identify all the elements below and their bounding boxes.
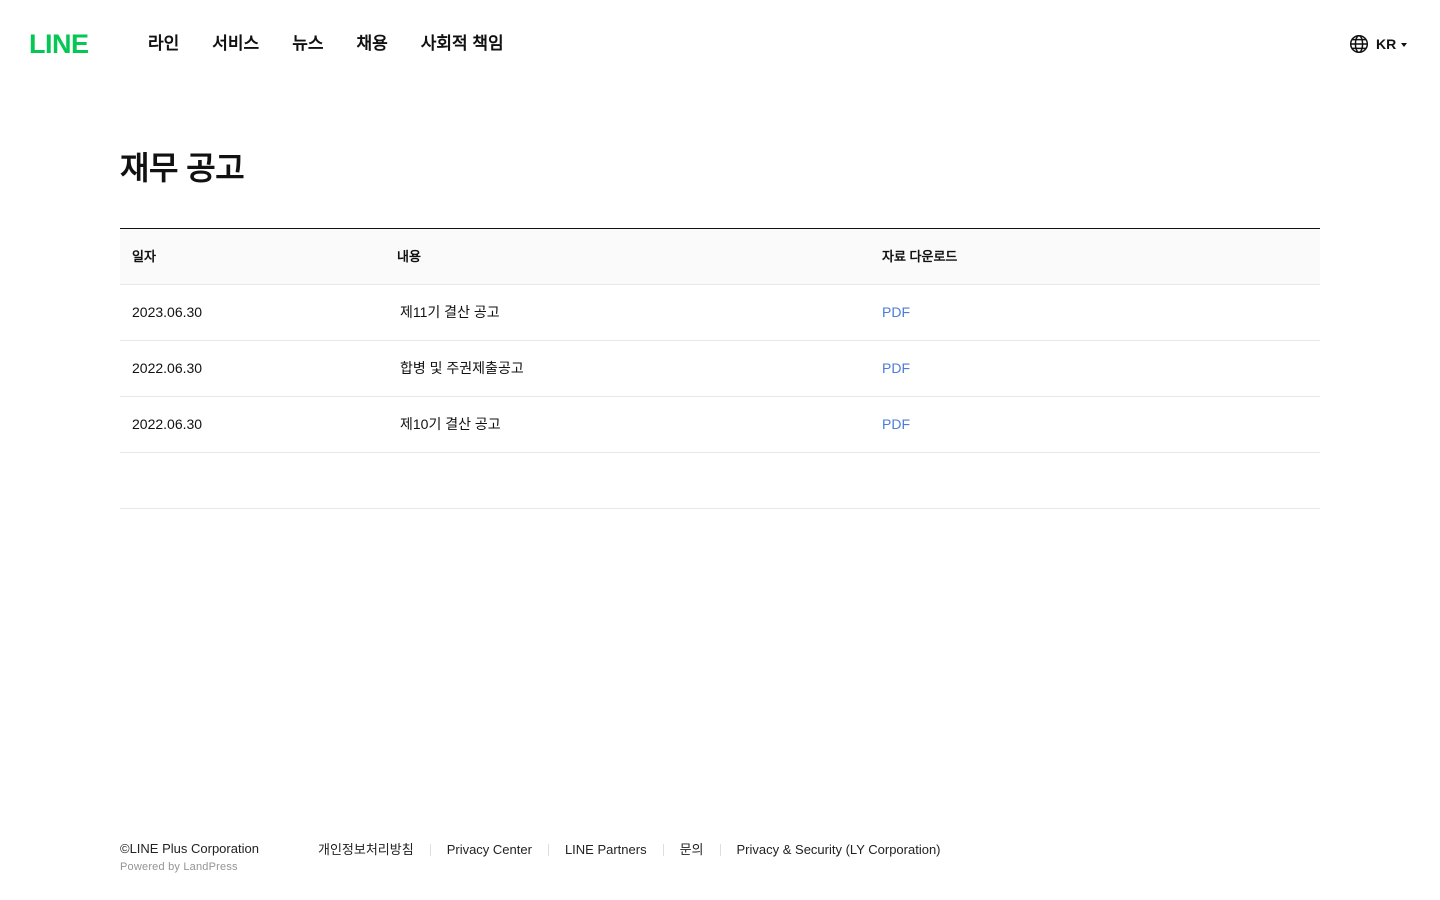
table-row: 2023.06.30 제11기 결산 공고 PDF — [120, 285, 1320, 341]
nav-item-csr[interactable]: 사회적 책임 — [421, 33, 504, 55]
nav-item-line[interactable]: 라인 — [148, 33, 179, 55]
column-header-date: 일자 — [132, 249, 156, 264]
row-content: 제11기 결산 공고 — [400, 304, 500, 320]
table-header-row: 일자 내용 자료 다운로드 — [120, 229, 1320, 285]
table-row: 2022.06.30 합병 및 주권제출공고 PDF — [120, 341, 1320, 397]
nav-item-services[interactable]: 서비스 — [212, 33, 259, 55]
language-selector[interactable]: KR — [1349, 34, 1408, 54]
footer-links: 개인정보처리방침 Privacy Center LINE Partners 문의… — [318, 841, 941, 859]
main-nav: 라인 서비스 뉴스 채용 사회적 책임 — [148, 33, 537, 55]
page-title: 재무 공고 — [120, 150, 245, 186]
site-header: LINE 라인 서비스 뉴스 채용 사회적 책임 KR — [0, 0, 1440, 88]
table-empty-row — [120, 453, 1320, 509]
footer-link-line-partners[interactable]: LINE Partners — [565, 841, 647, 859]
footer-divider — [662, 844, 664, 856]
column-header-download: 자료 다운로드 — [882, 249, 958, 264]
table-row: 2022.06.30 제10기 결산 공고 PDF — [120, 397, 1320, 453]
footer-link-contact[interactable]: 문의 — [680, 841, 704, 859]
line-logo[interactable]: LINE — [29, 30, 89, 58]
nav-item-careers[interactable]: 채용 — [356, 33, 387, 55]
row-date: 2022.06.30 — [132, 360, 203, 376]
pdf-download-link[interactable]: PDF — [882, 341, 910, 396]
footer-link-privacy-security[interactable]: Privacy & Security (LY Corporation) — [737, 841, 941, 859]
notice-table: 일자 내용 자료 다운로드 2023.06.30 제11기 결산 공고 PDF … — [120, 228, 1320, 509]
footer-link-privacy-policy[interactable]: 개인정보처리방침 — [318, 841, 414, 859]
row-content: 제10기 결산 공고 — [400, 416, 501, 432]
column-header-content: 내용 — [397, 249, 421, 264]
copyright-text: ©LINE Plus Corporation — [120, 841, 259, 856]
footer-link-privacy-center[interactable]: Privacy Center — [447, 841, 532, 859]
pdf-download-link[interactable]: PDF — [882, 285, 910, 340]
footer-divider — [429, 844, 431, 856]
powered-by-text: Powered by LandPress — [120, 861, 238, 873]
row-date: 2022.06.30 — [132, 416, 203, 432]
row-date: 2023.06.30 — [132, 304, 203, 320]
footer-divider — [719, 844, 721, 856]
row-content: 합병 및 주권제출공고 — [400, 360, 524, 376]
language-code: KR — [1376, 36, 1397, 52]
nav-item-news[interactable]: 뉴스 — [292, 33, 323, 55]
globe-icon — [1349, 34, 1369, 54]
pdf-download-link[interactable]: PDF — [882, 397, 910, 452]
footer-divider — [547, 844, 549, 856]
caret-down-icon — [1401, 42, 1408, 47]
